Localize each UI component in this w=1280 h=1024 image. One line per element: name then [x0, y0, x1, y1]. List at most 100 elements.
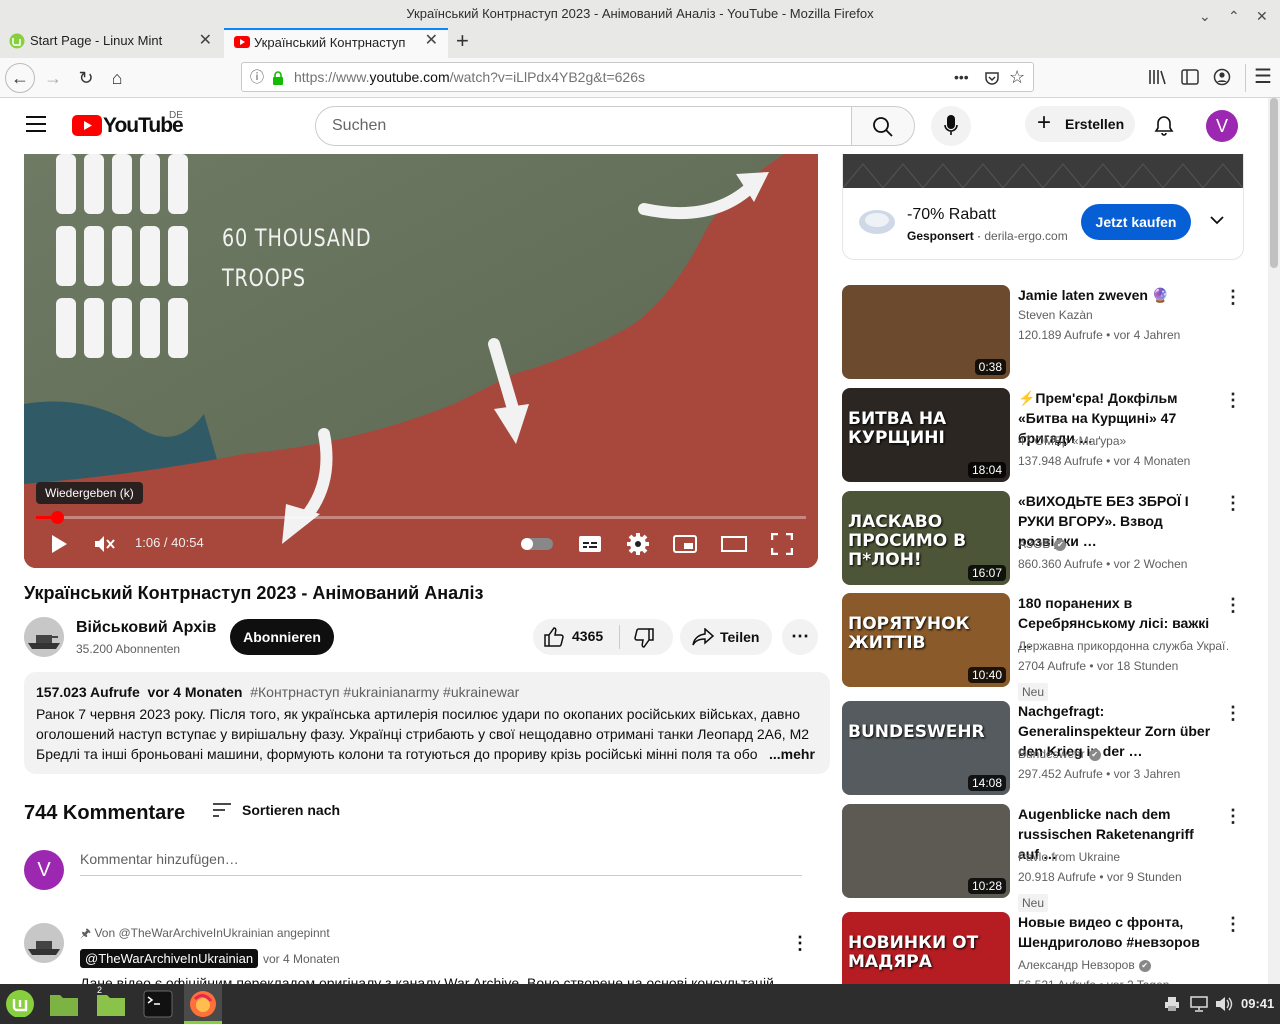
- recommendation-thumbnail[interactable]: 0:38: [842, 285, 1010, 379]
- share-button[interactable]: Teilen: [680, 619, 772, 655]
- recommendation-menu-icon[interactable]: ⋮: [1224, 390, 1242, 411]
- minimize-icon[interactable]: ⌄: [1199, 3, 1211, 30]
- verified-check-icon: ✔: [1054, 538, 1067, 551]
- recommendation-channel[interactable]: Bundeswehr ✔: [1018, 747, 1228, 761]
- back-icon[interactable]: ←: [5, 63, 35, 93]
- sponsored-ad[interactable]: -70% Rabatt Gesponsert · derila-ergo.com…: [842, 154, 1244, 260]
- recommendation-thumbnail[interactable]: BUNDESWEHR 14:08: [842, 701, 1010, 795]
- ad-cta-button[interactable]: Jetzt kaufen: [1081, 204, 1191, 240]
- channel-name[interactable]: Військовий Архів: [76, 619, 216, 637]
- pocket-icon[interactable]: [984, 70, 1000, 86]
- account-icon[interactable]: [1213, 68, 1231, 86]
- recommendation-menu-icon[interactable]: ⋮: [1224, 914, 1242, 935]
- page-actions-icon[interactable]: •••: [954, 63, 969, 91]
- maximize-icon[interactable]: ⌃: [1228, 3, 1240, 30]
- search-input[interactable]: Suchen: [315, 106, 852, 146]
- comment-author-badge[interactable]: @TheWarArchiveInUkrainian: [80, 949, 259, 968]
- printer-icon[interactable]: [1164, 996, 1180, 1012]
- recommendation-item[interactable]: BUNDESWEHR 14:08 Nachgefragt: Generalinspe…: [842, 701, 1242, 797]
- recommendation-channel[interactable]: Pavlo from Ukraine: [1018, 850, 1228, 864]
- youtube-logo-icon[interactable]: [72, 115, 102, 136]
- recommendation-meta: 120.189 Aufrufe • vor 4 Jahren: [1018, 328, 1181, 342]
- new-tab-icon[interactable]: +: [456, 28, 469, 54]
- recommendation-thumbnail[interactable]: 10:28: [842, 804, 1010, 898]
- recommendation-thumbnail[interactable]: ЛАСКАВО ПРОСИМО В П*ЛОН! 16:07: [842, 491, 1010, 585]
- recommendation-item[interactable]: ПОРЯТУНОК ЖИТТІВ 10:40 180 поранених в Сер…: [842, 593, 1242, 701]
- recommendation-channel[interactable]: Александр Невзоров ✔: [1018, 958, 1228, 972]
- sidebar-icon[interactable]: [1181, 69, 1199, 85]
- mute-icon[interactable]: [94, 534, 116, 554]
- recommendation-item[interactable]: ЛАСКАВО ПРОСИМО В П*ЛОН! 16:07 «ВИХОДЬТЕ Б…: [842, 491, 1242, 587]
- recommendation-item[interactable]: БИТВА НА КУРЩИНІ 18:04 ⚡Прем'єра! Докфільм…: [842, 388, 1242, 484]
- volume-icon[interactable]: [1215, 996, 1233, 1012]
- scrollbar-thumb[interactable]: [1270, 98, 1278, 268]
- home-icon[interactable]: ⌂: [103, 64, 131, 92]
- recommendation-channel[interactable]: Steven Kazàn: [1018, 308, 1228, 322]
- autoplay-toggle[interactable]: [521, 538, 553, 550]
- search-button[interactable]: [851, 106, 915, 146]
- progress-bar[interactable]: [36, 511, 806, 524]
- recommendation-title[interactable]: Новые видео с фронта, Шендриголово #невз…: [1018, 912, 1218, 952]
- chevron-down-icon[interactable]: [1210, 215, 1224, 225]
- info-icon[interactable]: ⓘ: [250, 63, 264, 91]
- comment-more-icon[interactable]: ⋮: [791, 933, 809, 954]
- menu-icon[interactable]: ☰: [1254, 64, 1272, 89]
- comment-author-avatar[interactable]: [24, 923, 64, 963]
- recommendation-channel[interactable]: Державна прикордонна служба Украї…: [1018, 639, 1228, 653]
- subscribe-button[interactable]: Abonnieren: [230, 619, 334, 655]
- user-avatar[interactable]: V: [1206, 110, 1238, 142]
- recommendation-thumbnail[interactable]: ПОРЯТУНОК ЖИТТІВ 10:40: [842, 593, 1010, 687]
- more-actions-icon[interactable]: ⋯: [782, 619, 818, 655]
- create-button[interactable]: + Erstellen: [1025, 106, 1135, 142]
- forward-icon[interactable]: →: [39, 64, 67, 92]
- url-bar[interactable]: ⓘ https://www.youtube.com/watch?v=iLlPdx…: [241, 62, 1034, 92]
- subtitles-icon[interactable]: [578, 534, 602, 554]
- recommendation-menu-icon[interactable]: ⋮: [1224, 806, 1242, 827]
- recommendation-channel[interactable]: АЗОВ ✔: [1018, 537, 1228, 551]
- recommendation-title[interactable]: Jamie laten zweven 🔮: [1018, 285, 1218, 305]
- fullscreen-icon[interactable]: [771, 533, 793, 555]
- hamburger-menu-icon[interactable]: [26, 116, 46, 132]
- progress-scrubber[interactable]: [50, 511, 64, 524]
- terminal-icon[interactable]: [143, 990, 173, 1018]
- close-window-icon[interactable]: ✕: [1256, 3, 1268, 30]
- reload-icon[interactable]: ↻: [72, 64, 100, 92]
- notifications-bell-icon[interactable]: [1154, 115, 1174, 137]
- tab-start-page[interactable]: Start Page - Linux Mint ✕: [0, 28, 222, 58]
- recommendation-channel[interactable]: 47 ОМБр «Маґура»: [1018, 434, 1228, 448]
- toolbar-divider: [1245, 64, 1246, 92]
- recommendation-thumbnail[interactable]: БИТВА НА КУРЩИНІ 18:04: [842, 388, 1010, 482]
- mint-menu-icon[interactable]: [5, 989, 35, 1017]
- recommendation-menu-icon[interactable]: ⋮: [1224, 595, 1242, 616]
- channel-avatar[interactable]: [24, 617, 64, 657]
- recommendation-menu-icon[interactable]: ⋮: [1224, 703, 1242, 724]
- play-icon[interactable]: [50, 534, 68, 554]
- recommendation-menu-icon[interactable]: ⋮: [1224, 287, 1242, 308]
- network-icon[interactable]: [1190, 996, 1208, 1012]
- recommendation-item[interactable]: 10:28 Augenblicke nach dem russischen Rak…: [842, 804, 1242, 912]
- tab-youtube[interactable]: Український Контрнаступ ✕: [224, 28, 448, 58]
- bookmark-star-icon[interactable]: ☆: [1009, 63, 1025, 91]
- voice-search-button[interactable]: [931, 106, 971, 146]
- miniplayer-icon[interactable]: [673, 534, 697, 554]
- files-folder-icon[interactable]: [49, 990, 79, 1018]
- comment-age[interactable]: vor 4 Monaten: [263, 952, 340, 966]
- theater-mode-icon[interactable]: [721, 534, 747, 554]
- video-player[interactable]: 60 THOUSAND TROOPS Wiedergeben (k) 1:06 …: [24, 154, 818, 568]
- thumbs-down-icon[interactable]: [634, 628, 654, 648]
- firefox-taskbar-button[interactable]: [184, 984, 222, 1024]
- show-more-link[interactable]: ...mehr: [769, 744, 815, 764]
- like-button[interactable]: 4365: [533, 619, 619, 655]
- description-box[interactable]: 157.023 Aufrufe vor 4 Monaten #Контрнаст…: [24, 672, 830, 774]
- add-comment-input[interactable]: Kommentar hinzufügen…: [80, 851, 802, 876]
- recommendation-menu-icon[interactable]: ⋮: [1224, 493, 1242, 514]
- recommendation-item[interactable]: 0:38 Jamie laten zweven 🔮 Steven Kazàn 120.…: [842, 285, 1242, 381]
- page-scrollbar[interactable]: [1268, 98, 1280, 984]
- library-icon[interactable]: [1148, 68, 1168, 86]
- close-tab-icon[interactable]: ✕: [199, 28, 212, 54]
- settings-gear-icon[interactable]: [627, 533, 649, 555]
- hashtags[interactable]: #Контрнаступ #ukrainianarmy #ukrainewar: [250, 684, 519, 700]
- close-tab-icon[interactable]: ✕: [425, 30, 438, 54]
- sort-comments-button[interactable]: Sortieren nach: [212, 800, 340, 824]
- search-icon: [873, 117, 893, 137]
